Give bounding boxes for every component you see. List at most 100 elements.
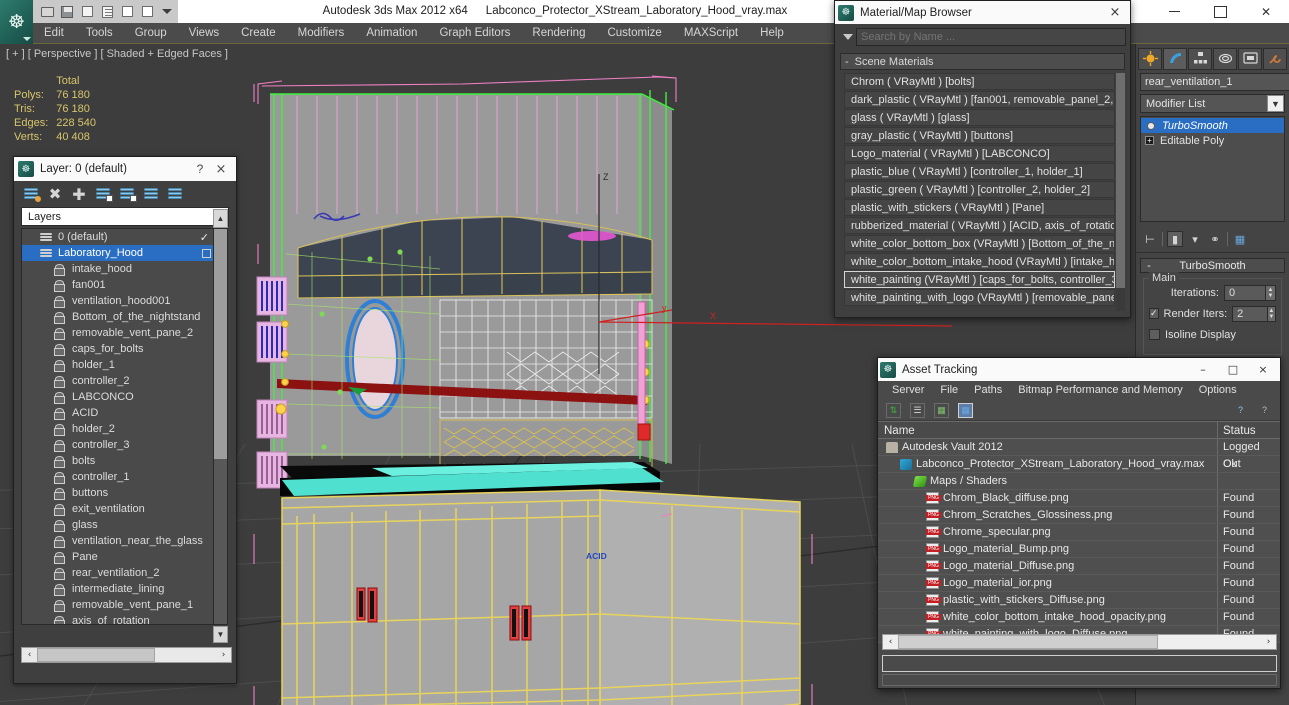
application-menu-button[interactable]: ☸: [0, 0, 33, 44]
tab-create[interactable]: [1138, 48, 1162, 70]
plus-box-icon[interactable]: +: [1145, 136, 1154, 145]
list-item[interactable]: bolts: [22, 453, 216, 469]
list-item[interactable]: controller_1: [22, 469, 216, 485]
collapse-icon[interactable]: -: [845, 56, 849, 68]
quick-access-toolbar[interactable]: [33, 0, 178, 23]
make-unique-icon[interactable]: ▾: [1187, 231, 1203, 247]
list-item[interactable]: white_color_bottom_box (VRayMtl ) [Botto…: [844, 235, 1115, 252]
scroll-right-arrow-icon[interactable]: ›: [216, 650, 231, 660]
list-item[interactable]: rear_ventilation_2: [22, 565, 216, 581]
iterations-field[interactable]: Iterations: 0 ▲▼: [1149, 284, 1276, 301]
reference-icon[interactable]: [98, 3, 116, 21]
table-row[interactable]: Logo_material_Bump.png Found: [878, 541, 1280, 558]
list-view-icon[interactable]: ☰: [910, 403, 925, 418]
turbosmooth-rollout[interactable]: - TurboSmooth Main Iterations: 0 ▲▼ ✓ Re…: [1140, 258, 1285, 355]
tab-utilities[interactable]: [1263, 48, 1287, 70]
layer-list-vertical-scrollbar[interactable]: [213, 228, 228, 625]
menu-options[interactable]: Options: [1191, 381, 1245, 400]
material-search-row[interactable]: [839, 27, 1126, 47]
scroll-left-arrow-icon[interactable]: ‹: [22, 650, 37, 660]
asset-tracking-window[interactable]: ☸ Asset Tracking – □ × Server File Paths…: [877, 357, 1281, 689]
table-row[interactable]: Maps / Shaders: [878, 473, 1280, 490]
save-file-icon[interactable]: [58, 3, 76, 21]
open-file-icon[interactable]: [38, 3, 56, 21]
chevron-down-icon[interactable]: ▼: [1267, 95, 1284, 112]
configure-modifier-sets-icon[interactable]: ▦: [1232, 231, 1248, 247]
thumbnail-view-icon[interactable]: ▦: [934, 403, 949, 418]
menu-tools[interactable]: Tools: [75, 23, 124, 44]
window-controls[interactable]: ✕: [1151, 0, 1289, 23]
grid-view-icon[interactable]: ▦: [958, 403, 973, 418]
select-objects-in-layer-icon[interactable]: [94, 185, 112, 203]
viewport-label[interactable]: [ + ] [ Perspective ] [ Shaded + Edged F…: [6, 48, 228, 60]
scroll-right-arrow-icon[interactable]: ›: [1261, 637, 1276, 647]
list-item[interactable]: ventilation_hood001: [22, 293, 216, 309]
maximize-button-icon[interactable]: [1197, 0, 1243, 23]
list-item[interactable]: dark_plastic ( VRayMtl ) [fan001, remova…: [844, 91, 1115, 108]
set-current-layer-icon[interactable]: [166, 185, 184, 203]
modifier-stack[interactable]: TurboSmooth + Editable Poly: [1140, 116, 1285, 222]
list-item[interactable]: white_painting_with_logo (VRayMtl ) [rem…: [844, 289, 1115, 306]
scrollbar-thumb[interactable]: [1116, 73, 1125, 288]
list-item[interactable]: holder_2: [22, 421, 216, 437]
close-icon[interactable]: ×: [1103, 5, 1127, 20]
menu-paths[interactable]: Paths: [966, 381, 1010, 400]
menu-rendering[interactable]: Rendering: [521, 23, 596, 44]
table-row[interactable]: white_color_bottom_intake_hood_opacity.p…: [878, 609, 1280, 626]
isoline-display-field[interactable]: Isoline Display: [1149, 326, 1276, 343]
list-item[interactable]: Chrom ( VRayMtl ) [bolts]: [844, 73, 1115, 90]
list-item[interactable]: removable_vent_pane_1: [22, 597, 216, 613]
lightbulb-icon[interactable]: [1145, 120, 1157, 132]
list-item[interactable]: controller_3: [22, 437, 216, 453]
redo-icon[interactable]: [138, 3, 156, 21]
menu-customize[interactable]: Customize: [596, 23, 672, 44]
layer-list-scroll-up[interactable]: ▲: [213, 209, 228, 228]
scroll-left-arrow-icon[interactable]: ‹: [883, 637, 898, 647]
list-item[interactable]: plastic_blue ( VRayMtl ) [controller_1, …: [844, 163, 1115, 180]
delete-layer-icon[interactable]: ✖: [46, 185, 64, 203]
rollout-header[interactable]: - TurboSmooth: [1140, 258, 1285, 273]
list-item[interactable]: plastic_with_stickers ( VRayMtl ) [Pane]: [844, 199, 1115, 216]
table-row[interactable]: plastic_with_stickers_Diffuse.png Found: [878, 592, 1280, 609]
render-iters-checkbox[interactable]: ✓: [1149, 308, 1159, 319]
table-row[interactable]: Labconco_Protector_XStream_Laboratory_Ho…: [878, 456, 1280, 473]
menu-group[interactable]: Group: [124, 23, 178, 44]
list-item[interactable]: Bottom_of_the_nightstand: [22, 309, 216, 325]
list-item[interactable]: intermediate_lining: [22, 581, 216, 597]
render-iters-spinner[interactable]: ▲▼: [1268, 306, 1276, 322]
iterations-value[interactable]: 0: [1224, 285, 1266, 301]
new-scene-icon[interactable]: [78, 3, 96, 21]
layer-explorer-toolbar[interactable]: ✖ ✚: [14, 181, 236, 207]
menu-file[interactable]: File: [932, 381, 966, 400]
table-row[interactable]: Chrom_Black_diffuse.png Found: [878, 490, 1280, 507]
list-item[interactable]: rubberized_material ( VRayMtl ) [ACID, a…: [844, 217, 1115, 234]
menu-views[interactable]: Views: [178, 23, 230, 44]
layer-list-horizontal-scrollbar[interactable]: ‹ ›: [21, 647, 232, 663]
layer-list-scroll-down[interactable]: ▼: [213, 626, 228, 643]
collapse-icon[interactable]: -: [1141, 260, 1157, 272]
list-item[interactable]: intake_hood: [22, 261, 216, 277]
maximize-icon[interactable]: □: [1218, 358, 1248, 381]
modifier-stack-toolbar[interactable]: ⊢ ▮ ▾ ⚭ ▦: [1136, 225, 1289, 249]
tab-display[interactable]: [1238, 48, 1262, 70]
chevron-down-icon[interactable]: [23, 37, 31, 41]
column-header-status[interactable]: Status: [1218, 422, 1280, 438]
laboratory-hood-model[interactable]: Z y X: [252, 64, 832, 704]
modifier-stack-item-turbosmooth[interactable]: TurboSmooth: [1141, 118, 1284, 133]
list-item[interactable]: caps_for_bolts: [22, 341, 216, 357]
list-item[interactable]: exit_ventilation: [22, 501, 216, 517]
list-item-selected[interactable]: white_painting (VRayMtl ) [caps_for_bolt…: [844, 271, 1115, 288]
table-row[interactable]: Autodesk Vault 2012 Logged Out: [878, 439, 1280, 456]
help-icon[interactable]: ?: [1233, 403, 1248, 418]
undo-icon[interactable]: [118, 3, 136, 21]
scrollbar-thumb[interactable]: [37, 648, 155, 662]
refresh-icon[interactable]: ⇅: [886, 403, 901, 418]
scrollbar-thumb[interactable]: [214, 229, 227, 459]
asset-tracking-toolbar[interactable]: ⇅ ☰ ▦ ▦ ? ?: [878, 400, 1280, 421]
minimize-button-icon[interactable]: [1151, 0, 1197, 23]
list-item[interactable]: Pane: [22, 549, 216, 565]
select-highlighted-objects-icon[interactable]: [118, 185, 136, 203]
menu-server[interactable]: Server: [884, 381, 932, 400]
menu-animation[interactable]: Animation: [355, 23, 428, 44]
close-button-icon[interactable]: ✕: [1243, 0, 1289, 23]
